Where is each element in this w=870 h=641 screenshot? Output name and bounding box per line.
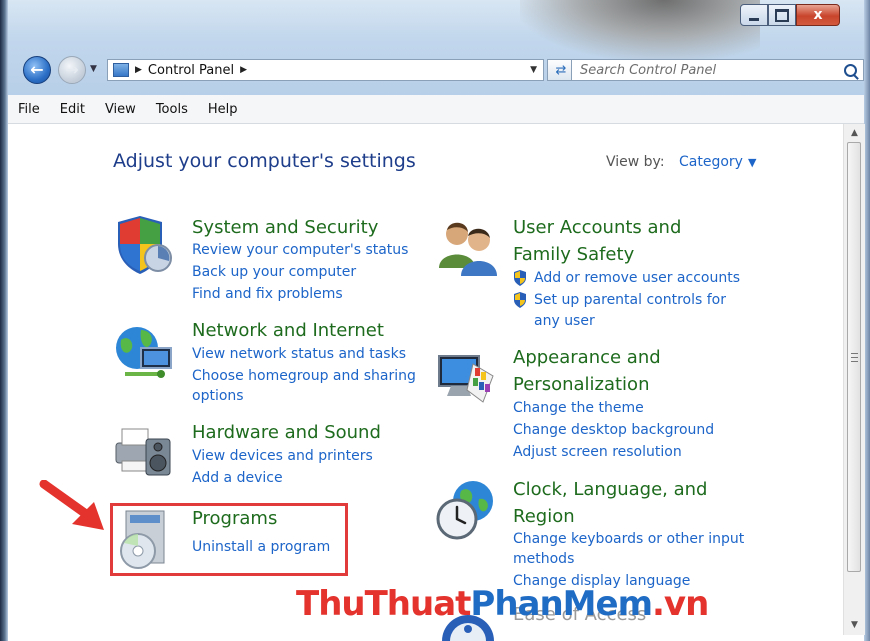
uac-shield-icon bbox=[514, 292, 526, 308]
monitor-palette-icon bbox=[438, 355, 494, 403]
printer-speaker-icon bbox=[115, 428, 171, 476]
link-devices-printers[interactable]: View devices and printers bbox=[192, 446, 373, 467]
forward-arrow-icon: → bbox=[65, 60, 79, 79]
search-icon[interactable] bbox=[844, 63, 857, 77]
view-by-label: View by: bbox=[606, 154, 665, 170]
scroll-down-button[interactable]: ▼ bbox=[846, 616, 863, 633]
menu-bar: File Edit View Tools Help bbox=[8, 95, 864, 124]
link-add-device[interactable]: Add a device bbox=[192, 468, 283, 489]
watermark-part3: .vn bbox=[652, 584, 709, 624]
recent-pages-dropdown[interactable]: ▼ bbox=[90, 64, 97, 74]
refresh-icon: ⇄ bbox=[555, 62, 567, 78]
breadcrumb-separator-icon[interactable]: ▶ bbox=[240, 65, 247, 75]
users-icon bbox=[439, 222, 497, 276]
category-hardware-sound[interactable]: Hardware and Sound bbox=[192, 420, 381, 446]
category-clock-language-line2[interactable]: Region bbox=[513, 504, 575, 530]
category-user-accounts[interactable]: User Accounts and bbox=[513, 215, 681, 241]
watermark-part2: PhanMem bbox=[470, 584, 653, 624]
page-title: Adjust your computer's settings bbox=[113, 150, 416, 172]
window-caption-buttons: x bbox=[740, 4, 840, 28]
category-system-security[interactable]: System and Security bbox=[192, 215, 378, 241]
category-appearance[interactable]: Appearance and bbox=[513, 345, 661, 371]
minimize-icon bbox=[749, 17, 759, 21]
category-clock-language[interactable]: Clock, Language, and bbox=[513, 477, 707, 503]
link-screen-resolution[interactable]: Adjust screen resolution bbox=[513, 442, 682, 463]
uac-shield-icon bbox=[514, 270, 526, 286]
globe-network-icon bbox=[116, 327, 172, 378]
address-bar[interactable]: ▶ Control Panel ▶ ▼ bbox=[107, 59, 544, 81]
view-by-caret-icon[interactable]: ▼ bbox=[748, 156, 756, 169]
red-pointer-arrow-icon bbox=[39, 480, 104, 530]
category-appearance-line2[interactable]: Personalization bbox=[513, 372, 649, 398]
search-input[interactable] bbox=[578, 61, 832, 79]
back-arrow-icon: ← bbox=[30, 60, 44, 79]
clock-globe-icon bbox=[436, 481, 493, 540]
link-add-remove-users[interactable]: Add or remove user accounts bbox=[534, 268, 740, 289]
menu-tools[interactable]: Tools bbox=[146, 102, 198, 117]
menu-help[interactable]: Help bbox=[198, 102, 248, 117]
window-left-border bbox=[0, 0, 8, 641]
back-button[interactable]: ← bbox=[23, 56, 51, 84]
close-icon: x bbox=[813, 7, 823, 23]
menu-view[interactable]: View bbox=[95, 102, 146, 117]
forward-button[interactable]: → bbox=[58, 56, 86, 84]
link-change-theme[interactable]: Change the theme bbox=[513, 398, 644, 419]
vertical-scrollbar[interactable]: ▲ ▼ bbox=[843, 124, 865, 635]
watermark-part1: ThuThuat bbox=[296, 584, 471, 624]
category-network-internet[interactable]: Network and Internet bbox=[192, 318, 384, 344]
scroll-thumb[interactable] bbox=[847, 142, 861, 572]
link-review-status[interactable]: Review your computer's status bbox=[192, 240, 408, 261]
menu-file[interactable]: File bbox=[8, 102, 50, 117]
titlebar-wallpaper-glimpse bbox=[520, 0, 760, 60]
minimize-button[interactable] bbox=[740, 4, 768, 26]
scroll-up-button[interactable]: ▲ bbox=[846, 124, 863, 141]
link-desktop-background[interactable]: Change desktop background bbox=[513, 420, 714, 441]
programs-highlight-box bbox=[110, 503, 348, 576]
address-dropdown-icon[interactable]: ▼ bbox=[530, 65, 543, 75]
category-user-accounts-line2[interactable]: Family Safety bbox=[513, 242, 634, 268]
link-network-status[interactable]: View network status and tasks bbox=[192, 344, 406, 365]
link-parental-controls[interactable]: Set up parental controls for bbox=[534, 290, 726, 311]
control-panel-icon bbox=[113, 63, 129, 77]
maximize-icon bbox=[775, 8, 789, 22]
shield-icon bbox=[118, 216, 172, 274]
close-button[interactable]: x bbox=[796, 4, 840, 26]
view-by-dropdown[interactable]: Category bbox=[679, 154, 743, 170]
link-change-keyboards[interactable]: Change keyboards or other input bbox=[513, 529, 744, 550]
breadcrumb-separator-icon[interactable]: ▶ bbox=[135, 65, 142, 75]
link-find-fix[interactable]: Find and fix problems bbox=[192, 284, 343, 305]
link-homegroup-cont[interactable]: options bbox=[192, 386, 244, 407]
link-homegroup[interactable]: Choose homegroup and sharing bbox=[192, 366, 416, 387]
navigation-bar: ← → ▼ ▶ Control Panel ▶ ▼ ⇄ bbox=[20, 53, 870, 87]
breadcrumb-control-panel[interactable]: Control Panel bbox=[148, 63, 234, 78]
link-parental-controls-cont[interactable]: any user bbox=[534, 311, 595, 332]
link-back-up[interactable]: Back up your computer bbox=[192, 262, 356, 283]
watermark: ThuThuatPhanMem.vn bbox=[296, 584, 709, 624]
maximize-button[interactable] bbox=[768, 4, 796, 26]
search-box[interactable] bbox=[571, 59, 864, 81]
link-change-keyboards-cont[interactable]: methods bbox=[513, 549, 574, 570]
grip-icon bbox=[850, 352, 858, 362]
menu-edit[interactable]: Edit bbox=[50, 102, 95, 117]
